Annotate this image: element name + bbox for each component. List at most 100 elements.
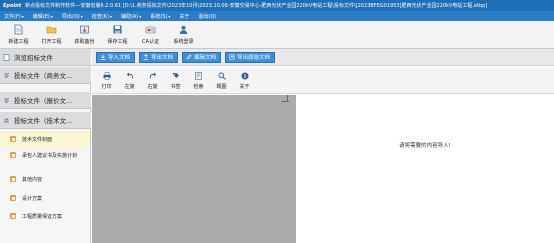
menu-system[interactable]: 系统(S) ▾ xyxy=(150,13,170,20)
chevron-double-down-icon xyxy=(3,97,10,104)
rotate-right-label: 右旋 xyxy=(147,84,158,90)
menu-export-label: 导出(O) xyxy=(61,13,80,20)
section-price-bid[interactable]: 投标文件（报价文... xyxy=(0,92,91,109)
menu-quit[interactable]: 退出(Q) xyxy=(198,13,216,20)
chevron-double-up-icon xyxy=(3,117,10,124)
import-icon xyxy=(100,54,106,60)
tech-item-proposal-label: 承包人建议书及实施计划 xyxy=(22,153,78,159)
bookmark-icon xyxy=(172,72,180,80)
menu-file[interactable]: 文件(F) ▾ xyxy=(4,13,24,20)
system-login-icon xyxy=(178,24,189,35)
rotate-left-button[interactable]: 左旋 xyxy=(119,72,140,90)
chevron-down-icon: ▾ xyxy=(80,13,83,19)
system-login-label: 系统登录 xyxy=(173,39,194,45)
section-browse-tender[interactable]: 浏览招标文件 xyxy=(0,49,91,66)
zoom-icon xyxy=(218,72,226,80)
document-item-icon xyxy=(10,195,16,201)
import-document-button[interactable]: 导入文档 xyxy=(96,51,136,63)
open-project-icon xyxy=(46,24,57,35)
tech-item-other-label: 其他内容 xyxy=(22,177,43,183)
tech-item-design[interactable]: 设计方案 xyxy=(0,195,90,205)
app-logo: Epoint xyxy=(3,2,22,9)
new-project-button[interactable]: 新建工程 xyxy=(3,24,34,45)
save-project-icon xyxy=(112,24,123,35)
document-item-icon xyxy=(10,152,16,158)
tech-item-design-label: 设计方案 xyxy=(22,196,43,202)
document-action-bar: 导入文档 导出文档 编辑文档 导出原始文档 xyxy=(92,49,554,66)
open-project-button[interactable]: 打开工程 xyxy=(36,24,67,45)
ca-certificate-label: CA认证 xyxy=(142,39,159,45)
section-browse-tender-label: 浏览招标文件 xyxy=(14,54,53,62)
tech-item-quality-label: 工程质量保证方案 xyxy=(22,214,63,220)
menu-check-label: 检查(K) xyxy=(91,13,109,20)
search-label: 检索 xyxy=(193,84,204,90)
overview-label: 概图 xyxy=(216,84,227,90)
menu-assist[interactable]: 辅助(A) ▾ xyxy=(121,13,141,20)
export-document-label: 导出文档 xyxy=(151,55,174,61)
document-page[interactable]: 请将需要的内容导入! xyxy=(296,95,554,243)
rotate-left-icon xyxy=(126,72,134,80)
print-label: 打印 xyxy=(101,84,112,90)
chevron-down-icon: ▾ xyxy=(168,13,171,19)
get-backup-label: 获取备份 xyxy=(74,39,95,45)
new-project-icon xyxy=(13,24,24,35)
about-button[interactable]: 关于 xyxy=(234,72,255,90)
ca-certificate-icon xyxy=(145,24,156,35)
print-button[interactable]: 打印 xyxy=(96,72,117,90)
import-document-label: 导入文档 xyxy=(108,55,131,61)
bookmark-button[interactable]: 书签 xyxy=(165,72,186,90)
open-project-label: 打开工程 xyxy=(41,39,62,45)
tech-item-quality[interactable]: 工程质量保证方案 xyxy=(0,213,90,223)
left-navigation-panel: 浏览招标文件 投标文件（商务文... 投标文件（报价文... 投标文件（技术文.… xyxy=(0,49,91,243)
menu-about[interactable]: 关于 xyxy=(179,13,189,20)
ca-certificate-button[interactable]: CA认证 xyxy=(135,24,166,45)
menu-export[interactable]: 导出(O) ▾ xyxy=(62,13,83,20)
export-original-icon xyxy=(229,54,235,60)
chevron-down-icon: ▾ xyxy=(50,13,53,19)
section-business-bid-label: 投标文件（商务文... xyxy=(14,72,73,80)
rotate-left-label: 左旋 xyxy=(124,84,135,90)
menu-check[interactable]: 检查(K) ▾ xyxy=(92,13,112,20)
export-document-button[interactable]: 导出文档 xyxy=(139,51,179,63)
chevron-down-icon: ▾ xyxy=(21,13,24,19)
save-project-label: 保存工程 xyxy=(107,39,128,45)
tech-item-proposal[interactable]: 承包人建议书及实施计划 xyxy=(0,152,90,172)
tech-item-cover[interactable]: 技术文件封面 xyxy=(0,131,90,147)
system-login-button[interactable]: 系统登录 xyxy=(168,24,199,45)
export-original-document-button[interactable]: 导出原始文档 xyxy=(225,51,276,63)
menu-quit-label: 退出(Q) xyxy=(198,13,217,20)
menu-edit-label: 编辑(E) xyxy=(32,13,50,20)
title-bar: Epoint 新点投标文件制作软件---安徽省版6.2.0.61 [D:\1.商… xyxy=(0,0,554,11)
overview-button[interactable]: 概图 xyxy=(211,72,232,90)
document-item-icon xyxy=(10,213,16,219)
print-icon xyxy=(103,72,111,80)
menu-system-label: 系统(S) xyxy=(150,13,168,20)
tech-item-cover-label: 技术文件封面 xyxy=(22,137,53,143)
save-project-button[interactable]: 保存工程 xyxy=(102,24,133,45)
search-icon xyxy=(194,72,203,80)
menu-about-label: 关于 xyxy=(179,13,190,20)
menu-assist-label: 辅助(A) xyxy=(120,13,139,20)
search-button[interactable]: 检索 xyxy=(188,72,209,90)
document-icon xyxy=(3,53,10,61)
menu-bar: 文件(F) ▾ 编辑(E) ▾ 导出(O) ▾ 检查(K) ▾ 辅助(A) ▾ 系统(S)… xyxy=(0,11,554,21)
chevron-down-icon: ▾ xyxy=(109,13,112,19)
get-backup-button[interactable]: 获取备份 xyxy=(69,24,100,45)
rotate-right-button[interactable]: 右旋 xyxy=(142,72,163,90)
export-icon xyxy=(143,54,149,60)
tech-item-other[interactable]: 其他内容 xyxy=(0,176,90,186)
section-business-bid[interactable]: 投标文件（商务文... xyxy=(0,67,91,84)
main-toolbar: 新建工程 打开工程 获取备份 保存工程 CA认证 系统登录 xyxy=(0,21,554,49)
empty-document-message: 请将需要的内容导入! xyxy=(399,143,451,149)
bookmark-label: 书签 xyxy=(170,84,181,90)
window-title: 新点投标文件制作软件---安徽省版6.2.0.61 [D:\1.商务投标文件\2… xyxy=(25,3,488,9)
document-viewer[interactable]: 请将需要的内容导入! xyxy=(92,95,554,243)
edit-document-button[interactable]: 编辑文档 xyxy=(182,51,222,63)
page-corner-mark xyxy=(282,101,289,102)
document-item-icon xyxy=(10,136,16,142)
document-item-icon xyxy=(10,176,16,182)
chevron-double-down-icon xyxy=(3,72,10,79)
menu-edit[interactable]: 编辑(E) ▾ xyxy=(33,13,53,20)
section-technical-bid[interactable]: 投标文件（技术文... xyxy=(0,112,91,129)
menu-file-label: 文件(F) xyxy=(4,13,21,20)
